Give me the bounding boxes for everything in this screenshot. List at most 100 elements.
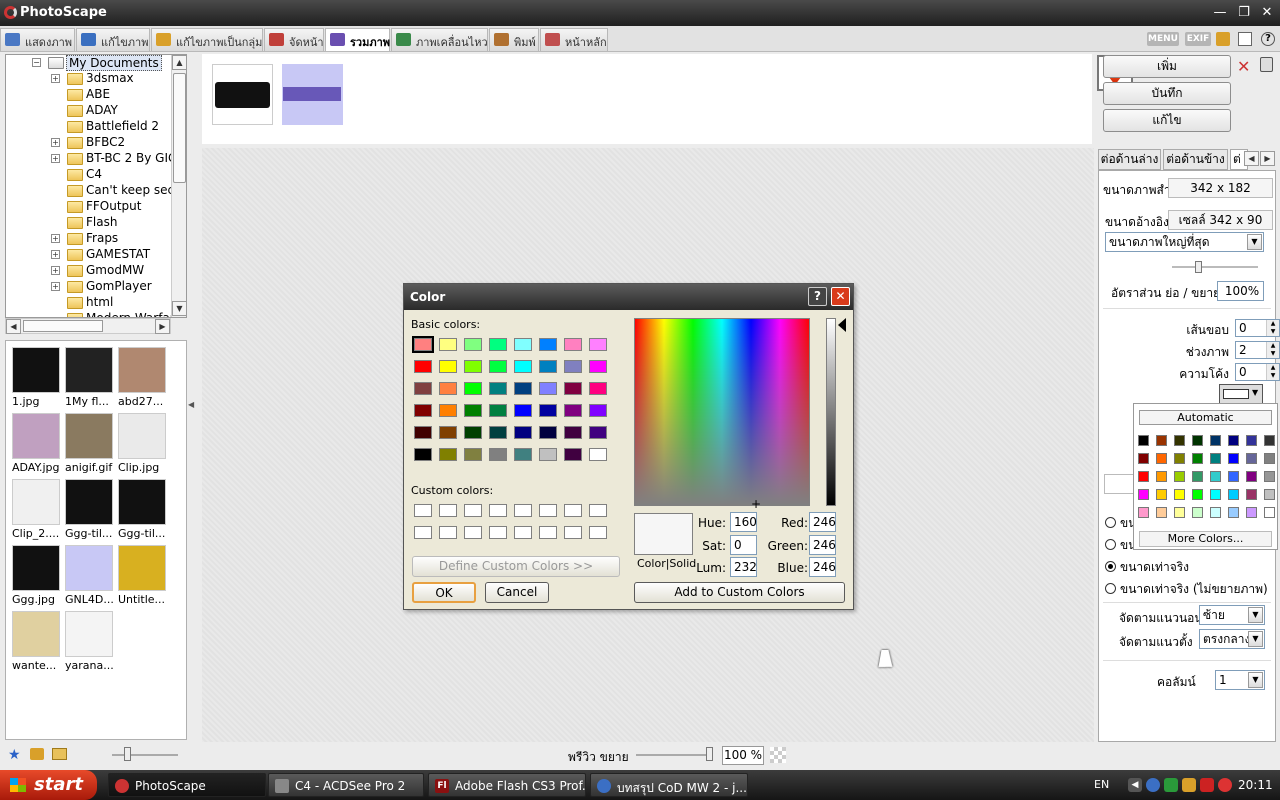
security-icon[interactable]	[1218, 778, 1232, 792]
language-indicator[interactable]: EN	[1094, 778, 1109, 791]
curve-stepper[interactable]: 0 ▲ ▼	[1235, 363, 1280, 381]
tab-scroll-left-icon[interactable]: ◀	[1244, 151, 1259, 166]
more-colors-button[interactable]: More Colors...	[1139, 531, 1272, 547]
color-swatch[interactable]	[1210, 453, 1221, 464]
color-swatch[interactable]	[1192, 435, 1203, 446]
radio-partial-2[interactable]: ขน	[1105, 536, 1136, 555]
basic-color-swatch[interactable]	[414, 404, 432, 417]
tab-home[interactable]: หน้าหลัก	[540, 28, 608, 51]
basic-color-swatch[interactable]	[464, 448, 482, 461]
color-swatch[interactable]	[1264, 471, 1275, 482]
tab-scroll-right-icon[interactable]: ▶	[1260, 151, 1275, 166]
basic-color-swatch[interactable]	[539, 382, 557, 395]
lum-input[interactable]: 232	[730, 557, 757, 577]
basic-color-swatch[interactable]	[489, 426, 507, 439]
color-swatch[interactable]	[1264, 489, 1275, 500]
rotate-icon[interactable]	[30, 748, 44, 760]
color-swatch[interactable]	[1228, 507, 1239, 518]
start-button[interactable]: start	[0, 770, 97, 800]
basic-color-swatch[interactable]	[414, 360, 432, 373]
ratio-input[interactable]: 100%	[1217, 281, 1264, 301]
color-swatch[interactable]	[1246, 507, 1257, 518]
basic-color-swatch[interactable]	[439, 338, 457, 351]
close-button[interactable]: ✕	[1257, 3, 1277, 22]
basic-color-swatch[interactable]	[464, 382, 482, 395]
color-swatch[interactable]	[1192, 489, 1203, 500]
thumbnail-item[interactable]: Ggg.jpg	[12, 545, 62, 607]
border-stepper[interactable]: 0 ▲ ▼	[1235, 319, 1280, 337]
thumbnail-item[interactable]: 1My fl...	[65, 347, 115, 409]
scroll-thumb[interactable]	[173, 73, 186, 183]
color-swatch[interactable]	[1192, 453, 1203, 464]
basic-color-swatch[interactable]	[414, 382, 432, 395]
zoom-slider[interactable]	[636, 754, 710, 756]
zoom-value[interactable]: 100 %	[722, 746, 764, 765]
tab-combine[interactable]: รวมภาพ	[325, 28, 390, 51]
expand-icon[interactable]: +	[51, 234, 60, 243]
expand-icon[interactable]: +	[51, 266, 60, 275]
basic-color-swatch[interactable]	[439, 448, 457, 461]
crosshair-icon[interactable]: +	[751, 498, 761, 510]
basic-color-swatch[interactable]	[539, 426, 557, 439]
color-button[interactable]: ▼	[1219, 384, 1263, 404]
basic-color-swatch[interactable]	[564, 338, 582, 351]
color-swatch[interactable]	[1228, 471, 1239, 482]
thumbnail-item[interactable]: yarana...	[65, 611, 115, 673]
custom-color-swatch[interactable]	[539, 504, 557, 517]
strip-thumbnail[interactable]	[282, 64, 343, 125]
menu-button[interactable]: MENU	[1147, 32, 1179, 46]
expand-icon[interactable]: +	[51, 138, 60, 147]
basic-color-swatch[interactable]	[439, 360, 457, 373]
stepper-arrows-icon[interactable]: ▲ ▼	[1266, 364, 1279, 380]
custom-color-swatch[interactable]	[514, 504, 532, 517]
network-icon[interactable]	[1146, 778, 1160, 792]
basic-color-swatch[interactable]	[489, 338, 507, 351]
color-swatch[interactable]	[1228, 453, 1239, 464]
add-to-custom-colors-button[interactable]: Add to Custom Colors	[634, 582, 845, 603]
color-swatch[interactable]	[1246, 435, 1257, 446]
size-slider-track[interactable]	[1172, 266, 1258, 268]
thumbnail-item[interactable]: anigif.gif	[65, 413, 115, 475]
color-swatch[interactable]	[1138, 453, 1149, 464]
film-icon[interactable]	[1216, 32, 1230, 46]
thumbnail-item[interactable]: Untitle...	[118, 545, 168, 607]
custom-color-swatch[interactable]	[539, 526, 557, 539]
cancel-button[interactable]: Cancel	[485, 582, 549, 603]
color-swatch[interactable]	[1264, 453, 1275, 464]
color-swatch[interactable]	[1228, 435, 1239, 446]
color-swatch[interactable]	[1138, 471, 1149, 482]
color-swatch[interactable]	[1138, 489, 1149, 500]
thumbnail-item[interactable]: abd27...	[118, 347, 168, 409]
thumbnail-item[interactable]: 1.jpg	[12, 347, 62, 409]
red-input[interactable]: 246	[809, 512, 836, 532]
basic-color-swatch[interactable]	[464, 404, 482, 417]
tray-expand-icon[interactable]: ◀	[1128, 778, 1142, 792]
color-swatch[interactable]	[1210, 489, 1221, 500]
collapse-panel-icon[interactable]: ◀	[188, 400, 194, 409]
basic-color-swatch[interactable]	[589, 448, 607, 461]
basic-color-swatch[interactable]	[564, 382, 582, 395]
thumbnail-item[interactable]: GNL4D...	[65, 545, 115, 607]
basic-color-swatch[interactable]	[539, 448, 557, 461]
custom-color-swatch[interactable]	[589, 526, 607, 539]
color-swatch[interactable]	[1156, 435, 1167, 446]
basic-color-swatch[interactable]	[589, 338, 607, 351]
basic-color-swatch[interactable]	[539, 360, 557, 373]
horizontal-align-select[interactable]: ซ้าย ▼	[1199, 605, 1265, 625]
luminance-bar[interactable]	[826, 318, 836, 506]
custom-color-swatch[interactable]	[489, 526, 507, 539]
radio-actual-size[interactable]: ขนาดเท่าจริง	[1105, 558, 1189, 577]
color-swatch[interactable]	[1210, 471, 1221, 482]
color-swatch[interactable]	[1174, 471, 1185, 482]
thumbnail-item[interactable]: ADAY.jpg	[12, 413, 62, 475]
scroll-right-icon[interactable]: ▶	[155, 319, 170, 334]
color-swatch[interactable]	[1264, 435, 1275, 446]
tab-page[interactable]: จัดหน้า	[264, 28, 324, 51]
color-spectrum[interactable]: +	[634, 318, 810, 510]
custom-color-swatch[interactable]	[439, 504, 457, 517]
tab-print[interactable]: พิมพ์	[489, 28, 539, 51]
custom-color-swatch[interactable]	[439, 526, 457, 539]
color-swatch[interactable]	[1264, 507, 1275, 518]
dialog-close-button[interactable]: ✕	[831, 287, 850, 306]
taskbar-item-photoscape[interactable]: PhotoScape	[108, 773, 266, 797]
